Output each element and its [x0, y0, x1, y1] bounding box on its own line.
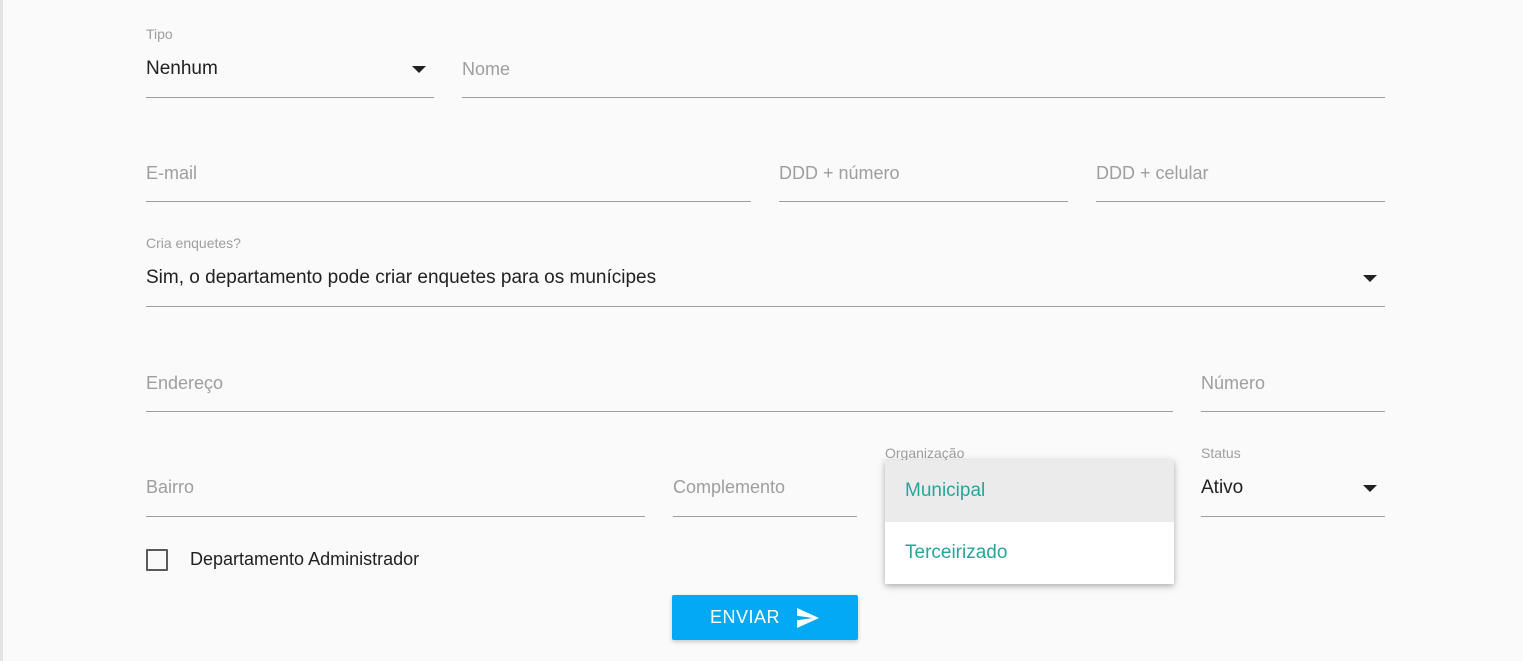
celular-input[interactable]: DDD + celular	[1096, 155, 1385, 202]
nome-placeholder: Nome	[462, 59, 511, 79]
endereco-input[interactable]: Endereço	[146, 365, 1173, 412]
tipo-select[interactable]: Nenhum	[146, 50, 434, 98]
chevron-down-icon	[1363, 275, 1377, 282]
admin-checkbox[interactable]	[146, 549, 168, 571]
chevron-down-icon	[1363, 485, 1377, 492]
telefone-placeholder: DDD + número	[779, 163, 900, 183]
organizacao-label: Organização	[885, 445, 965, 461]
bairro-input[interactable]: Bairro	[146, 469, 645, 517]
celular-placeholder: DDD + celular	[1096, 163, 1209, 183]
bairro-placeholder: Bairro	[146, 477, 195, 497]
numero-input[interactable]: Número	[1201, 365, 1385, 412]
cria-enquetes-select[interactable]: Sim, o departamento pode criar enquetes …	[146, 259, 1385, 307]
numero-placeholder: Número	[1201, 373, 1266, 393]
admin-checkbox-label[interactable]: Departamento Administrador	[190, 549, 419, 570]
submit-button[interactable]: ENVIAR	[672, 595, 858, 640]
dropdown-option-municipal[interactable]: Municipal	[885, 460, 1174, 522]
chevron-down-icon	[412, 66, 426, 73]
email-input[interactable]: E-mail	[146, 155, 751, 202]
status-value: Ativo	[1201, 477, 1244, 498]
status-label: Status	[1201, 445, 1241, 461]
dropdown-option-terceirizado[interactable]: Terceirizado	[885, 522, 1174, 584]
complemento-placeholder: Complemento	[673, 477, 786, 497]
endereco-placeholder: Endereço	[146, 373, 224, 393]
organizacao-dropdown-menu: Municipal Terceirizado	[885, 460, 1174, 584]
complemento-input[interactable]: Complemento	[673, 469, 857, 517]
submit-button-label: ENVIAR	[709, 607, 781, 627]
send-icon	[797, 607, 820, 628]
telefone-input[interactable]: DDD + número	[779, 155, 1068, 202]
email-placeholder: E-mail	[146, 163, 198, 183]
cria-enquetes-value: Sim, o departamento pode criar enquetes …	[146, 267, 657, 288]
nome-input[interactable]: Nome	[462, 50, 1385, 98]
form-page: Tipo Nenhum Nome E-mail DDD + número DDD…	[0, 0, 1523, 661]
status-select[interactable]: Ativo	[1201, 469, 1385, 517]
tipo-label: Tipo	[146, 26, 173, 42]
tipo-value: Nenhum	[146, 58, 218, 79]
cria-enquetes-label: Cria enquetes?	[146, 235, 241, 251]
